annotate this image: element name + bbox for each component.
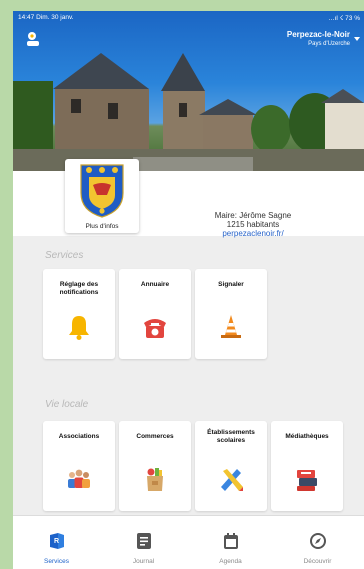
services-icon: R: [49, 533, 64, 549]
calendar-icon: [223, 533, 238, 549]
tile-associations[interactable]: Associations: [43, 421, 115, 511]
books-icon: [297, 470, 317, 491]
phone-icon: [144, 319, 166, 338]
compass-icon: [309, 533, 326, 549]
crest-card[interactable]: Plus d'infos: [65, 159, 139, 233]
town-crest-icon: [80, 164, 124, 218]
website-link[interactable]: perpezaclenoir.fr/: [198, 229, 308, 238]
tile-label: Commerces: [136, 433, 174, 440]
grocery-bag-icon: [147, 468, 163, 491]
nav-item-agenda[interactable]: Agenda: [187, 516, 274, 569]
tile-label: Associations: [58, 433, 100, 440]
tile-signaler[interactable]: Signaler: [195, 269, 267, 359]
nav-label: Agenda: [219, 558, 242, 565]
tile-mediatheques[interactable]: Médiathèques: [271, 421, 343, 511]
town-subtitle: Pays d'Uzerche: [308, 41, 350, 47]
services-section-title: Services: [45, 250, 84, 261]
nav-item-services[interactable]: R Services: [13, 516, 100, 569]
nav-label: Services: [44, 558, 69, 565]
tile-notifications[interactable]: Réglage des notifications: [43, 269, 115, 359]
vie-locale-section-title: Vie locale: [45, 399, 89, 410]
more-info-link[interactable]: Plus d'infos: [65, 223, 139, 230]
nav-item-decouvrir[interactable]: Découvrir: [274, 516, 361, 569]
people-icon: [68, 469, 90, 488]
town-name[interactable]: Perpezac-le-Noir: [287, 30, 350, 39]
svg-text:R: R: [54, 538, 59, 545]
mayor-info: Maire: Jérôme Sagne 1215 habitants perpe…: [198, 211, 308, 238]
tile-etablissements-scolaires[interactable]: Établissements scolaires: [195, 421, 267, 511]
tile-commerces[interactable]: Commerces: [119, 421, 191, 511]
status-indicators: …ıl ☇ 73 %: [328, 15, 360, 22]
pencil-ruler-icon: [221, 469, 243, 491]
nav-label: Journal: [132, 558, 155, 565]
population: 1215 habitants: [226, 220, 280, 229]
app-logo-icon[interactable]: [24, 30, 42, 48]
tile-label: Signaler: [218, 281, 244, 288]
status-time: 14:47 Dim. 30 janv.: [18, 14, 74, 21]
chevron-down-icon[interactable]: [353, 35, 361, 43]
tile-label: Annuaire: [140, 281, 170, 288]
tile-label: Réglage des notifications: [59, 281, 99, 296]
tile-label: Médiathèques: [285, 433, 329, 440]
tile-label: Établissements scolaires: [207, 429, 255, 444]
top-region: 14:47 Dim. 30 janv. …ıl ☇ 73 % Perpezac-…: [13, 11, 364, 238]
bell-icon: [69, 316, 89, 340]
nav-label: Découvrir: [303, 558, 332, 565]
mayor-name: Maire: Jérôme Sagne: [214, 211, 292, 220]
bottom-navigation: R Services Journal Agenda Découvrir: [13, 515, 364, 569]
app-screen: 14:47 Dim. 30 janv. …ıl ☇ 73 % Perpezac-…: [13, 11, 364, 569]
nav-item-journal[interactable]: Journal: [100, 516, 187, 569]
status-bar: 14:47 Dim. 30 janv. …ıl ☇ 73 %: [13, 11, 364, 25]
journal-icon: [136, 533, 151, 549]
traffic-cone-icon: [221, 315, 241, 338]
app-header: Perpezac-le-Noir Pays d'Uzerche: [13, 25, 364, 57]
tile-annuaire[interactable]: Annuaire: [119, 269, 191, 359]
